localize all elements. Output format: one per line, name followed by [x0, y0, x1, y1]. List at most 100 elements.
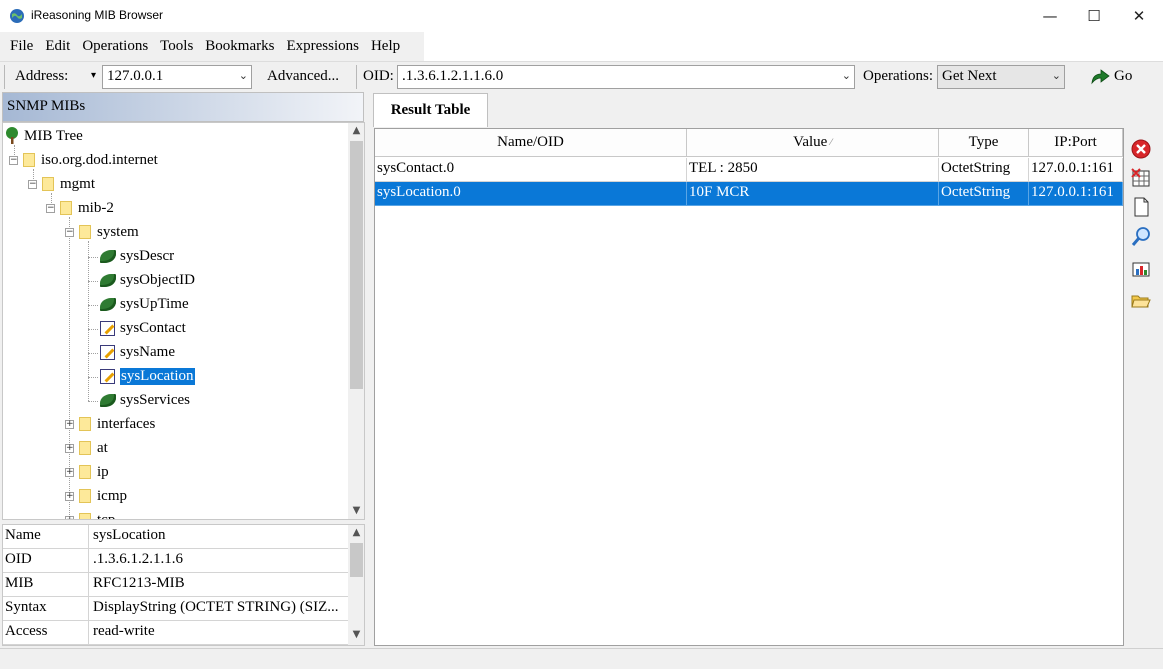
properties-scrollbar[interactable]: ▲ ▼: [348, 525, 364, 645]
oid-combo[interactable]: .1.3.6.1.2.1.1.6.0 ⌄: [397, 65, 855, 89]
expand-icon[interactable]: +: [65, 419, 74, 429]
properties-scroll-thumb[interactable]: [350, 543, 363, 577]
tree-node-root[interactable]: MIB Tree: [3, 125, 83, 147]
tree-label-at: at: [97, 439, 108, 456]
property-value: sysLocation: [93, 527, 166, 543]
scroll-down-icon[interactable]: ▼: [348, 629, 364, 640]
tree-node-syslocation[interactable]: sysLocation: [100, 365, 196, 387]
graph-icon[interactable]: [1130, 259, 1152, 281]
search-icon[interactable]: [1130, 226, 1152, 248]
tab-result-table[interactable]: Result Table: [373, 93, 488, 127]
tree-node-sysname[interactable]: sysName: [100, 341, 175, 363]
collapse-icon[interactable]: −: [9, 155, 18, 165]
column-header-ip-port[interactable]: IP:Port: [1029, 129, 1123, 157]
menu-edit[interactable]: Edit: [39, 38, 76, 55]
column-header-name-oid[interactable]: Name/OID: [375, 129, 687, 157]
expand-icon[interactable]: +: [65, 491, 74, 501]
go-button[interactable]: Go: [1090, 68, 1132, 85]
tree-node-icmp[interactable]: + icmp: [65, 485, 127, 507]
tree-node-mib2[interactable]: − mib-2: [46, 197, 114, 219]
menu-bar: File Edit Operations Tools Bookmarks Exp…: [0, 32, 424, 61]
collapse-icon[interactable]: −: [65, 227, 74, 237]
tree-node-sysobjectid[interactable]: sysObjectID: [100, 269, 195, 291]
close-button[interactable]: ✕: [1116, 0, 1162, 32]
leaf-readonly-icon: [100, 393, 116, 407]
property-key: MIB: [3, 573, 89, 597]
menu-file[interactable]: File: [4, 38, 39, 55]
property-value: .1.3.6.1.2.1.1.6: [93, 551, 183, 567]
property-value: read-write: [93, 623, 155, 639]
tree-node-mgmt[interactable]: − mgmt: [28, 173, 95, 195]
tree-scrollbar[interactable]: ▲ ▼: [348, 123, 364, 519]
collapse-icon[interactable]: −: [46, 203, 55, 213]
expand-icon[interactable]: +: [65, 515, 74, 519]
mib-tree[interactable]: MIB Tree − iso.org.dod.internet − mgmt −…: [2, 122, 365, 520]
expand-icon[interactable]: +: [65, 467, 74, 477]
property-key: OID: [3, 549, 89, 573]
cell-type: OctetString: [939, 158, 1029, 182]
tree-scroll-thumb[interactable]: [350, 141, 363, 389]
tree-node-at[interactable]: + at: [65, 437, 108, 459]
chevron-down-icon[interactable]: ⌄: [1052, 69, 1061, 82]
menu-expressions[interactable]: Expressions: [280, 38, 365, 55]
tree-label-root: MIB Tree: [24, 127, 83, 144]
menu-bookmarks[interactable]: Bookmarks: [199, 38, 280, 55]
tree-node-tcp[interactable]: + tcp: [65, 509, 115, 519]
operations-select[interactable]: Get Next ⌄: [937, 65, 1065, 89]
folder-icon: [79, 465, 91, 479]
tree-node-ip[interactable]: + ip: [65, 461, 109, 483]
table-row[interactable]: sysContact.0 TEL : 2850 OctetString 127.…: [375, 158, 1123, 182]
cell-name: sysLocation.0: [375, 182, 687, 206]
tree-node-sysuptime[interactable]: sysUpTime: [100, 293, 189, 315]
advanced-button[interactable]: Advanced...: [267, 68, 339, 85]
chevron-down-icon[interactable]: ⌄: [842, 69, 851, 82]
tree-label-mib2: mib-2: [78, 199, 114, 216]
operations-label: Operations:: [863, 68, 933, 84]
tree-node-sysdescr[interactable]: sysDescr: [100, 245, 174, 267]
tree-label-sysobjectid: sysObjectID: [120, 271, 195, 288]
column-header-value[interactable]: Value ⁄: [687, 129, 939, 157]
open-folder-icon[interactable]: [1130, 289, 1152, 311]
scroll-up-icon[interactable]: ▲: [348, 527, 364, 538]
property-row: Name sysLocation: [3, 525, 349, 549]
minimize-button[interactable]: —: [1027, 0, 1073, 32]
tree-label-internet: iso.org.dod.internet: [41, 151, 158, 168]
cell-ip-port: 127.0.0.1:161: [1029, 182, 1123, 206]
property-row: Access read-write: [3, 621, 349, 645]
tree-node-sysservices[interactable]: sysServices: [100, 389, 190, 411]
menu-tools[interactable]: Tools: [154, 38, 199, 55]
tree-node-system[interactable]: − system: [65, 221, 139, 243]
expand-icon[interactable]: +: [65, 443, 74, 453]
address-history-dropdown-icon[interactable]: ▾: [91, 70, 96, 81]
menu-operations[interactable]: Operations: [76, 38, 154, 55]
app-globe-icon: [10, 9, 24, 23]
tree-label-sysname: sysName: [120, 343, 175, 360]
folder-icon: [60, 201, 72, 215]
table-row-selected[interactable]: sysLocation.0 10F MCR OctetString 127.0.…: [375, 182, 1123, 206]
tree-node-interfaces[interactable]: + interfaces: [65, 413, 155, 435]
delete-icon[interactable]: [1130, 138, 1152, 160]
column-header-type[interactable]: Type: [939, 129, 1029, 157]
collapse-icon[interactable]: −: [28, 179, 37, 189]
leaf-readonly-icon: [100, 297, 116, 311]
chevron-down-icon[interactable]: ⌄: [239, 69, 248, 82]
scroll-down-icon[interactable]: ▼: [348, 505, 364, 516]
address-combo[interactable]: 127.0.0.1 ⌄: [102, 65, 252, 89]
property-value: DisplayString (OCTET STRING) (SIZ...: [93, 599, 339, 615]
menu-help[interactable]: Help: [365, 38, 406, 55]
property-key: Name: [3, 525, 89, 549]
toolbar-separator: [356, 65, 357, 89]
property-row: OID .1.3.6.1.2.1.1.6: [3, 549, 349, 573]
maximize-button[interactable]: ☐: [1071, 0, 1117, 32]
scroll-up-icon[interactable]: ▲: [348, 125, 364, 136]
menu-bar-filler: [424, 32, 1163, 61]
tree-node-internet[interactable]: − iso.org.dod.internet: [9, 149, 158, 171]
tree-label-interfaces: interfaces: [97, 415, 156, 432]
tree-label-sysuptime: sysUpTime: [120, 295, 189, 312]
new-page-icon[interactable]: [1130, 196, 1152, 218]
tree-node-syscontact[interactable]: sysContact: [100, 317, 186, 339]
tree-icon: [6, 127, 18, 144]
title-bar: iReasoning MIB Browser — ☐ ✕: [0, 0, 1163, 32]
remove-all-icon[interactable]: [1130, 167, 1152, 189]
tree-label-system: system: [97, 223, 139, 240]
